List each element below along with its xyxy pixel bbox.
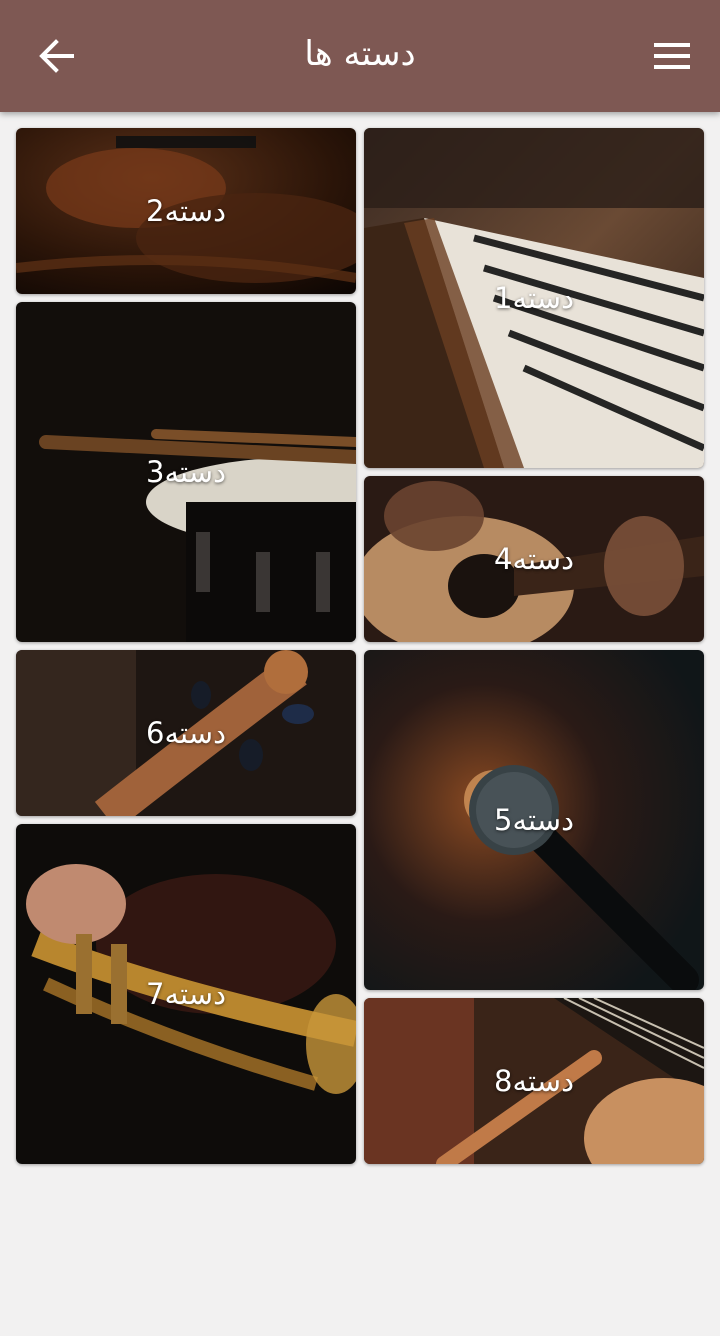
category-label: دسته5 <box>494 803 574 837</box>
menu-button[interactable] <box>650 36 694 76</box>
category-card-1[interactable]: دسته1 <box>364 128 704 468</box>
category-card-2[interactable]: دسته2 <box>16 128 356 294</box>
category-label: دسته6 <box>146 716 226 750</box>
category-label: دسته3 <box>146 455 226 489</box>
page-title: دسته ها <box>304 34 416 74</box>
category-label: دسته1 <box>494 281 574 315</box>
back-button[interactable] <box>34 34 78 78</box>
category-label: دسته8 <box>494 1064 574 1098</box>
category-card-7[interactable]: دسته7 <box>16 824 356 1164</box>
category-card-6[interactable]: دسته6 <box>16 650 356 816</box>
category-card-4[interactable]: دسته4 <box>364 476 704 642</box>
app-bar: دسته ها <box>0 0 720 112</box>
category-card-3[interactable]: دسته3 <box>16 302 356 642</box>
category-label: دسته4 <box>494 542 574 576</box>
hamburger-menu-icon <box>654 43 690 69</box>
category-card-8[interactable]: دسته8 <box>364 998 704 1164</box>
category-label: دسته7 <box>146 977 226 1011</box>
category-label: دسته2 <box>146 194 226 228</box>
category-card-5[interactable]: دسته5 <box>364 650 704 990</box>
arrow-left-icon <box>39 39 74 73</box>
